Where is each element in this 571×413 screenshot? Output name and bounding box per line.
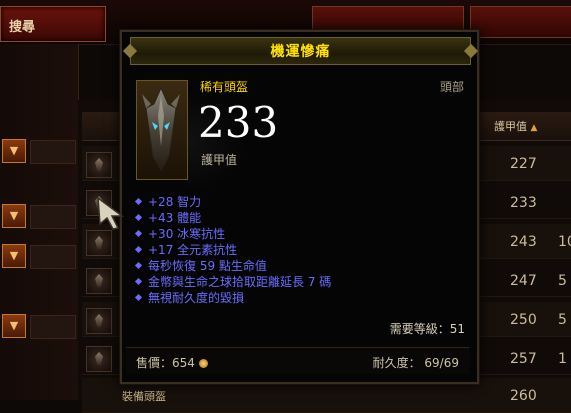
affix-line: 每秒恢復 59 點生命值 <box>134 258 464 274</box>
affix-line: +43 體能 <box>134 210 464 226</box>
search-tab[interactable]: 搜尋 <box>0 6 106 42</box>
item-type: 稀有頭盔 <box>200 80 249 94</box>
required-level: 需要等級：51 <box>389 322 465 336</box>
item-icon[interactable] <box>86 308 112 334</box>
coin-icon <box>198 359 208 368</box>
row-armor-value: 233 <box>510 195 537 211</box>
armor-label: 護甲值 <box>201 153 238 167</box>
row-extra-value: 1 <box>558 351 567 367</box>
row-extra-value: 10 <box>558 234 571 250</box>
top-tab[interactable] <box>470 6 571 38</box>
filter-field[interactable] <box>30 205 76 229</box>
helm-icon <box>142 86 180 172</box>
affix-line: 無視耐久度的毀損 <box>134 290 464 306</box>
dropdown-icon[interactable]: ▼ <box>2 139 26 163</box>
affix-line: 金幣與生命之球拾取距離延長 7 碼 <box>134 274 464 290</box>
cursor-icon <box>97 196 125 230</box>
row-extra-value: 5 <box>558 273 567 289</box>
row-armor-value: 260 <box>510 388 537 404</box>
armor-value: 233 <box>198 98 279 147</box>
row-armor-value: 257 <box>510 351 537 367</box>
tooltip-footer: 售價：654 耐久度： 69/69 <box>126 347 469 374</box>
affix-list: +28 智力 +43 體能 +30 冰寒抗性 +17 全元素抗性 每秒恢復 59… <box>134 194 464 306</box>
sell-price: 售價：654 <box>136 354 208 371</box>
affix-line: +28 智力 <box>134 194 464 210</box>
filter-field[interactable] <box>30 140 76 164</box>
row-armor-value: 243 <box>510 234 537 250</box>
row-armor-value: 247 <box>510 273 537 289</box>
dropdown-icon[interactable]: ▼ <box>2 204 26 228</box>
dropdown-icon[interactable]: ▼ <box>2 314 26 338</box>
affix-line: +17 全元素抗性 <box>134 242 464 258</box>
item-tooltip: 機運慘痛 稀有頭盔 頭部 233 護甲值 +28 智力 +43 體能 +30 冰… <box>120 30 479 384</box>
search-tab-label: 搜尋 <box>9 20 36 35</box>
row-armor-value: 227 <box>510 156 537 172</box>
filter-panel: ▼ ▼ ▼ ▼ <box>0 44 79 400</box>
equip-helm-label: 裝備頭盔 <box>122 390 166 403</box>
row-armor-value: 250 <box>510 312 537 328</box>
item-icon[interactable] <box>86 346 112 372</box>
item-name: 機運慘痛 <box>270 44 331 60</box>
filter-field[interactable] <box>30 245 76 269</box>
item-icon[interactable] <box>86 230 112 256</box>
filter-field[interactable] <box>30 315 76 339</box>
affix-line: +30 冰寒抗性 <box>134 226 464 242</box>
armor-column-header[interactable]: 護甲值 ▲ <box>494 118 537 134</box>
row-extra-value: 5 <box>558 312 567 328</box>
item-icon[interactable] <box>86 152 112 178</box>
tooltip-header: 機運慘痛 <box>130 37 471 65</box>
item-slot: 頭部 <box>440 80 465 94</box>
sell-price-text: 售價：654 <box>136 356 195 370</box>
item-icon[interactable] <box>86 268 112 294</box>
armor-header-label: 護甲值 <box>494 120 527 133</box>
dropdown-icon[interactable]: ▼ <box>2 244 26 268</box>
durability: 耐久度： 69/69 <box>372 356 459 370</box>
sort-arrow-icon: ▲ <box>530 123 538 133</box>
